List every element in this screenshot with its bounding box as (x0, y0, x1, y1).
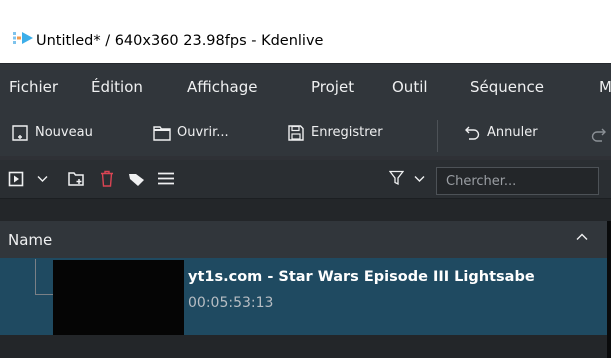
clip-thumbnail[interactable] (53, 260, 184, 335)
save-button[interactable]: Enregistrer (287, 122, 427, 144)
new-document-icon (12, 125, 28, 141)
tree-branch-line (35, 294, 53, 295)
menu-view[interactable]: Affichage (187, 78, 257, 96)
name-column-header[interactable]: Name (0, 221, 607, 259)
toolbar-separator (437, 120, 438, 152)
clip-duration: 00:05:53:13 (188, 295, 274, 311)
filter-icon[interactable] (389, 170, 404, 186)
redo-icon[interactable] (590, 124, 608, 146)
menu-tool[interactable]: Outil (392, 78, 428, 96)
new-button-label: Nouveau (35, 125, 93, 140)
open-button[interactable]: Ouvrir... (153, 122, 273, 144)
menu-icon[interactable] (158, 172, 174, 185)
search-placeholder: Chercher... (446, 174, 517, 189)
title-bar: Untitled* / 640x360 23.98fps - Kdenlive (0, 0, 611, 63)
search-input[interactable]: Chercher... (436, 167, 599, 195)
sort-ascending-icon[interactable] (576, 233, 588, 241)
menu-edit[interactable]: Édition (91, 78, 143, 96)
undo-icon (465, 126, 480, 140)
menu-file[interactable]: Fichier (9, 78, 58, 96)
main-toolbar: Nouveau Ouvrir... Enregistrer Annuler (0, 110, 611, 156)
save-icon (288, 125, 304, 141)
folder-open-icon (153, 126, 171, 141)
delete-icon[interactable] (100, 170, 114, 187)
menu-bar: Fichier Édition Affichage Projet Outil S… (0, 63, 611, 111)
clip-name: yt1s.com - Star Wars Episode III Lightsa… (188, 269, 535, 285)
kdenlive-icon (13, 32, 33, 44)
new-button[interactable]: Nouveau (11, 122, 141, 144)
bin-view-icon[interactable] (8, 171, 24, 187)
tag-icon[interactable] (128, 171, 145, 187)
menu-project[interactable]: Projet (311, 78, 354, 96)
save-button-label: Enregistrer (311, 125, 383, 140)
menu-sequence[interactable]: Séquence (470, 78, 544, 96)
tree-branch-line (35, 259, 36, 294)
menu-more[interactable]: M (599, 78, 611, 96)
chevron-down-icon[interactable] (37, 175, 48, 183)
panel-divider (607, 221, 611, 358)
undo-button[interactable]: Annuler (463, 122, 563, 144)
filter-chevron-down-icon[interactable] (414, 175, 425, 183)
name-column-label: Name (8, 231, 53, 249)
undo-button-label: Annuler (487, 125, 538, 140)
window-title: Untitled* / 640x360 23.98fps - Kdenlive (36, 33, 324, 49)
add-folder-icon[interactable] (68, 171, 85, 187)
open-button-label: Ouvrir... (177, 125, 229, 140)
